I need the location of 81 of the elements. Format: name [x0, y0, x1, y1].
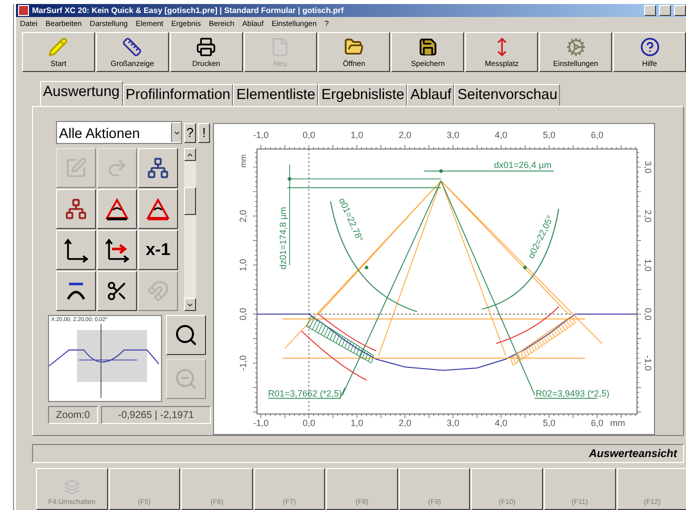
axes-icon: [63, 237, 89, 264]
action-button[interactable]: [56, 271, 96, 312]
action-button[interactable]: [138, 189, 178, 230]
zoom-out-icon: [174, 367, 198, 392]
dimension-label: dz01=174,8 µm: [278, 207, 288, 270]
angle-icon: [145, 196, 171, 222]
tab[interactable]: Ablauf: [407, 84, 454, 106]
tick-label: -1,0: [253, 418, 269, 428]
pen-icon: [48, 36, 68, 57]
file-icon: [270, 36, 290, 57]
scissors-icon: [106, 280, 128, 302]
tick-label: -1,0: [253, 130, 269, 140]
tick-label: 4,0: [494, 418, 508, 428]
tick-label: 1,0: [238, 259, 248, 272]
scrollbar-thumb[interactable]: [184, 187, 196, 216]
maximize-button[interactable]: [659, 5, 671, 16]
tick-label: 0,0: [302, 418, 316, 428]
dropdown-value: Alle Aktionen: [58, 124, 140, 141]
tick-label: 6,0: [590, 418, 604, 428]
axes-icon: [104, 237, 130, 264]
window-title: MarSurf XC 20: Kein Quick & Easy [gotisch1.pre] | Standard Formular | gotisch.prf: [32, 6, 345, 16]
save-icon: [418, 36, 438, 57]
tick-label: 5,0: [542, 130, 556, 140]
coordinate-status: -0,9265 | -2,1971: [101, 406, 211, 424]
tick-label: 2,0: [643, 210, 653, 223]
action-button[interactable]: [56, 230, 96, 270]
tick-label: 5,0: [542, 418, 556, 428]
action-button[interactable]: [138, 148, 178, 188]
tick-label: 4,0: [494, 130, 508, 140]
printer-icon: [196, 36, 216, 57]
tick-label: 0,0: [238, 308, 248, 321]
folder-icon: [344, 36, 364, 57]
action-button[interactable]: [97, 230, 137, 270]
action-button[interactable]: x-1: [138, 230, 178, 270]
tick-label: 1,0: [643, 259, 653, 272]
minimize-button[interactable]: [644, 5, 656, 16]
tick-label: 3,0: [446, 418, 460, 428]
tick-label: 0,0: [643, 308, 653, 321]
tab[interactable]: Seitenvorschau: [454, 84, 560, 106]
tick-label: 0,0: [302, 130, 316, 140]
axis-unit: mm: [610, 418, 626, 428]
tab[interactable]: Profilinformation: [122, 84, 234, 106]
action-button[interactable]: [56, 189, 96, 230]
tab[interactable]: Elementliste: [233, 84, 318, 106]
zoom-in-button[interactable]: [166, 315, 206, 356]
view-status: Auswerteansicht: [588, 448, 677, 460]
action-button[interactable]: [97, 189, 137, 230]
tick-label: -1,0: [238, 356, 248, 372]
tab[interactable]: Auswertung: [40, 81, 123, 106]
ruler-icon: [122, 36, 142, 57]
axis-unit: mm: [239, 154, 248, 168]
help-icon: [640, 36, 660, 57]
settings-icon: [566, 36, 586, 57]
scrollbar[interactable]: [184, 148, 196, 312]
close-button[interactable]: [674, 5, 686, 16]
radius-label: R01=3,7662 (*2,5): [268, 388, 342, 399]
tick-label: 2,0: [238, 210, 248, 223]
tick-label: 6,0: [590, 130, 604, 140]
tick-label: 3,0: [446, 130, 460, 140]
tick-label: 2,0: [398, 418, 412, 428]
tick-label: 1,0: [350, 418, 364, 428]
info-button[interactable]: !: [198, 122, 210, 143]
layers-icon: [64, 479, 80, 495]
hierarchy-icon: [65, 198, 87, 220]
edit-icon: [65, 157, 87, 180]
action-button[interactable]: [97, 271, 137, 312]
radius-label: R02=3,9493 (*2,5): [536, 388, 610, 399]
magnifier-icon: [174, 323, 198, 348]
magnet-icon: [147, 280, 169, 302]
zoom-status: Zoom:0: [48, 406, 98, 424]
tick-label: 1,0: [350, 130, 364, 140]
redo-icon: [106, 157, 128, 180]
tick-label: 3,0: [643, 161, 653, 174]
angle-icon: [104, 196, 130, 222]
tick-label: 2,0: [398, 130, 412, 140]
action-filter-dropdown[interactable]: Alle Aktionen: [56, 121, 182, 144]
hierarchy-icon: [147, 157, 169, 180]
tab[interactable]: Ergebnisliste: [318, 84, 408, 106]
dimension-label: dx01=26,4 µm: [494, 160, 552, 170]
tick-label: -1,0: [643, 356, 653, 372]
help-button[interactable]: ?: [184, 122, 196, 143]
